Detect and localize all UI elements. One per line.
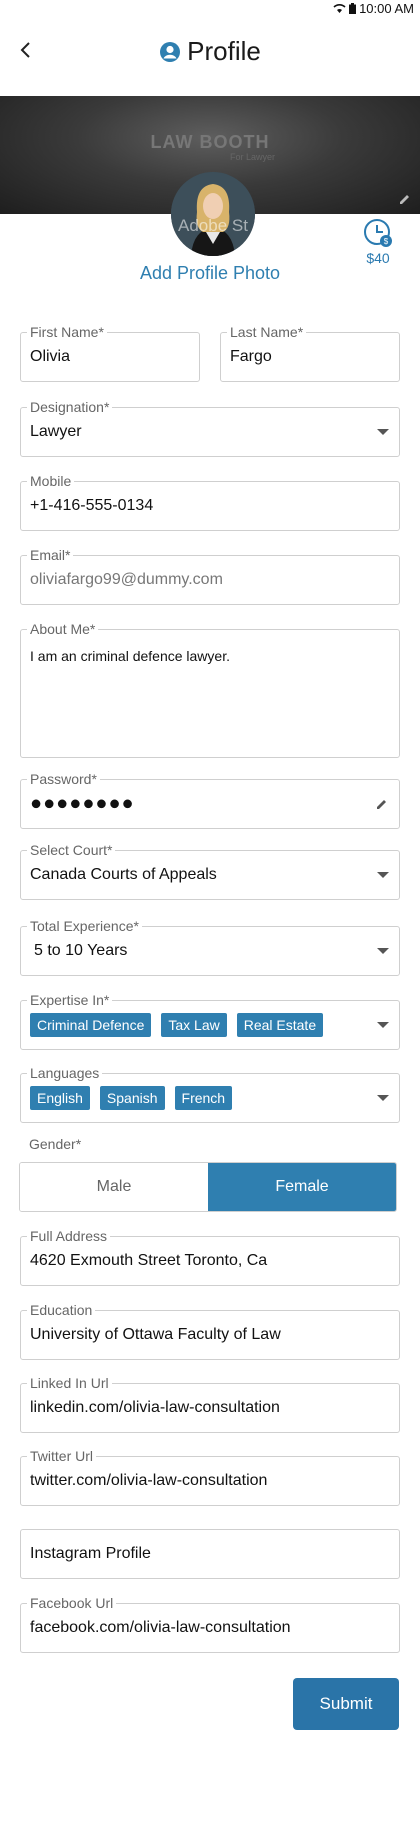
email-value: oliviafargo99@dummy.com [30,571,223,588]
gender-male-option[interactable]: Male [20,1163,208,1211]
language-chip[interactable]: Spanish [99,1086,165,1110]
password-value: ●●●●●●●● [30,792,135,815]
facebook-url-field[interactable]: Facebook Url facebook.com/olivia-law-con… [20,1595,400,1653]
education-field[interactable]: Education University of Ottawa Faculty o… [20,1302,400,1360]
twitter-url-value: twitter.com/olivia-law-consultation [30,1472,268,1489]
gender-female-option[interactable]: Female [208,1163,396,1211]
expertise-chip[interactable]: Real Estate [236,1013,324,1037]
status-time: 10:00 AM [359,1,414,16]
add-profile-photo-link[interactable]: Add Profile Photo [0,263,420,284]
facebook-url-label: Facebook Url [27,1595,117,1611]
address-field[interactable]: Full Address 4620 Exmouth Street Toronto… [20,1228,400,1286]
mobile-value: +1-416-555-0134 [30,497,154,514]
mobile-label: Mobile [27,473,75,489]
avatar-overlay-text: Adobe St [178,216,248,235]
avatar[interactable]: Adobe St [171,172,255,256]
designation-value: Lawyer [30,423,82,440]
designation-label: Designation* [27,399,113,415]
languages-select[interactable]: Languages English Spanish French [20,1065,400,1123]
experience-select[interactable]: Total Experience* 5 to 10 Years [20,918,400,976]
linkedin-url-field[interactable]: Linked In Url linkedin.com/olivia-law-co… [20,1375,400,1433]
dropdown-caret-icon [377,948,389,954]
wifi-icon [333,4,346,13]
instagram-profile-placeholder: Instagram Profile [30,1545,151,1562]
user-circle-icon [160,41,181,62]
instagram-profile-field[interactable]: Instagram Profile [20,1529,400,1579]
first-name-field[interactable]: First Name* Olivia [20,324,200,382]
expertise-chip[interactable]: Criminal Defence [30,1013,152,1037]
expertise-label: Expertise In* [27,992,113,1008]
expertise-select[interactable]: Expertise In* Criminal Defence Tax Law R… [20,992,400,1050]
status-bar: 10:00 AM [0,0,420,16]
gender-toggle: Male Female [19,1162,397,1212]
dropdown-caret-icon [377,1095,389,1101]
address-value: 4620 Exmouth Street Toronto, Ca [30,1252,268,1269]
about-me-value: I am an criminal defence lawyer. [30,648,230,664]
last-name-field[interactable]: Last Name* Fargo [220,324,400,382]
submit-button[interactable]: Submit [293,1678,399,1730]
edit-cover-icon[interactable] [398,192,412,206]
expertise-chip[interactable]: Tax Law [161,1013,227,1037]
email-label: Email* [27,547,74,563]
email-field[interactable]: Email* oliviafargo99@dummy.com [20,547,400,605]
dropdown-caret-icon [377,872,389,878]
languages-label: Languages [27,1065,103,1081]
experience-value: 5 to 10 Years [34,942,128,959]
dropdown-caret-icon [377,1022,389,1028]
password-field[interactable]: Password* ●●●●●●●● [20,771,400,829]
password-label: Password* [27,771,100,787]
profile-photo [171,172,255,256]
app-bar: Profile [0,16,420,96]
last-name-value: Fargo [230,348,272,365]
about-me-label: About Me* [27,621,99,637]
court-label: Select Court* [27,842,116,858]
edit-password-icon[interactable] [375,797,389,811]
clock-coin-icon: $ [364,219,392,247]
court-value: Canada Courts of Appeals [30,866,217,883]
cover-brand-text: LAW BOOTH [150,132,270,152]
twitter-url-label: Twitter Url [27,1448,96,1464]
dropdown-caret-icon [377,429,389,435]
first-name-value: Olivia [30,348,71,365]
court-select[interactable]: Select Court* Canada Courts of Appeals [20,842,400,900]
svg-text:$: $ [384,237,389,246]
about-me-field[interactable]: About Me* I am an criminal defence lawye… [20,621,400,758]
language-chip[interactable]: English [30,1086,90,1110]
cover-brand-subtext: For Lawyer [230,152,276,162]
experience-label: Total Experience* [27,918,142,934]
designation-select[interactable]: Designation* Lawyer [20,399,400,457]
mobile-field[interactable]: Mobile +1-416-555-0134 [20,473,400,531]
last-name-label: Last Name* [227,324,307,340]
education-label: Education [27,1302,96,1318]
education-value: University of Ottawa Faculty of Law [30,1326,281,1343]
facebook-url-value: facebook.com/olivia-law-consultation [30,1619,291,1636]
linkedin-url-value: linkedin.com/olivia-law-consultation [30,1399,280,1416]
linkedin-url-label: Linked In Url [27,1375,112,1391]
battery-icon [349,3,357,14]
address-label: Full Address [27,1228,111,1244]
coin-balance[interactable]: $ $40 [356,218,400,266]
language-chip[interactable]: French [174,1086,233,1110]
gender-label: Gender* [29,1136,82,1152]
first-name-label: First Name* [27,324,107,340]
page-title: Profile [187,36,261,66]
twitter-url-field[interactable]: Twitter Url twitter.com/olivia-law-consu… [20,1448,400,1506]
